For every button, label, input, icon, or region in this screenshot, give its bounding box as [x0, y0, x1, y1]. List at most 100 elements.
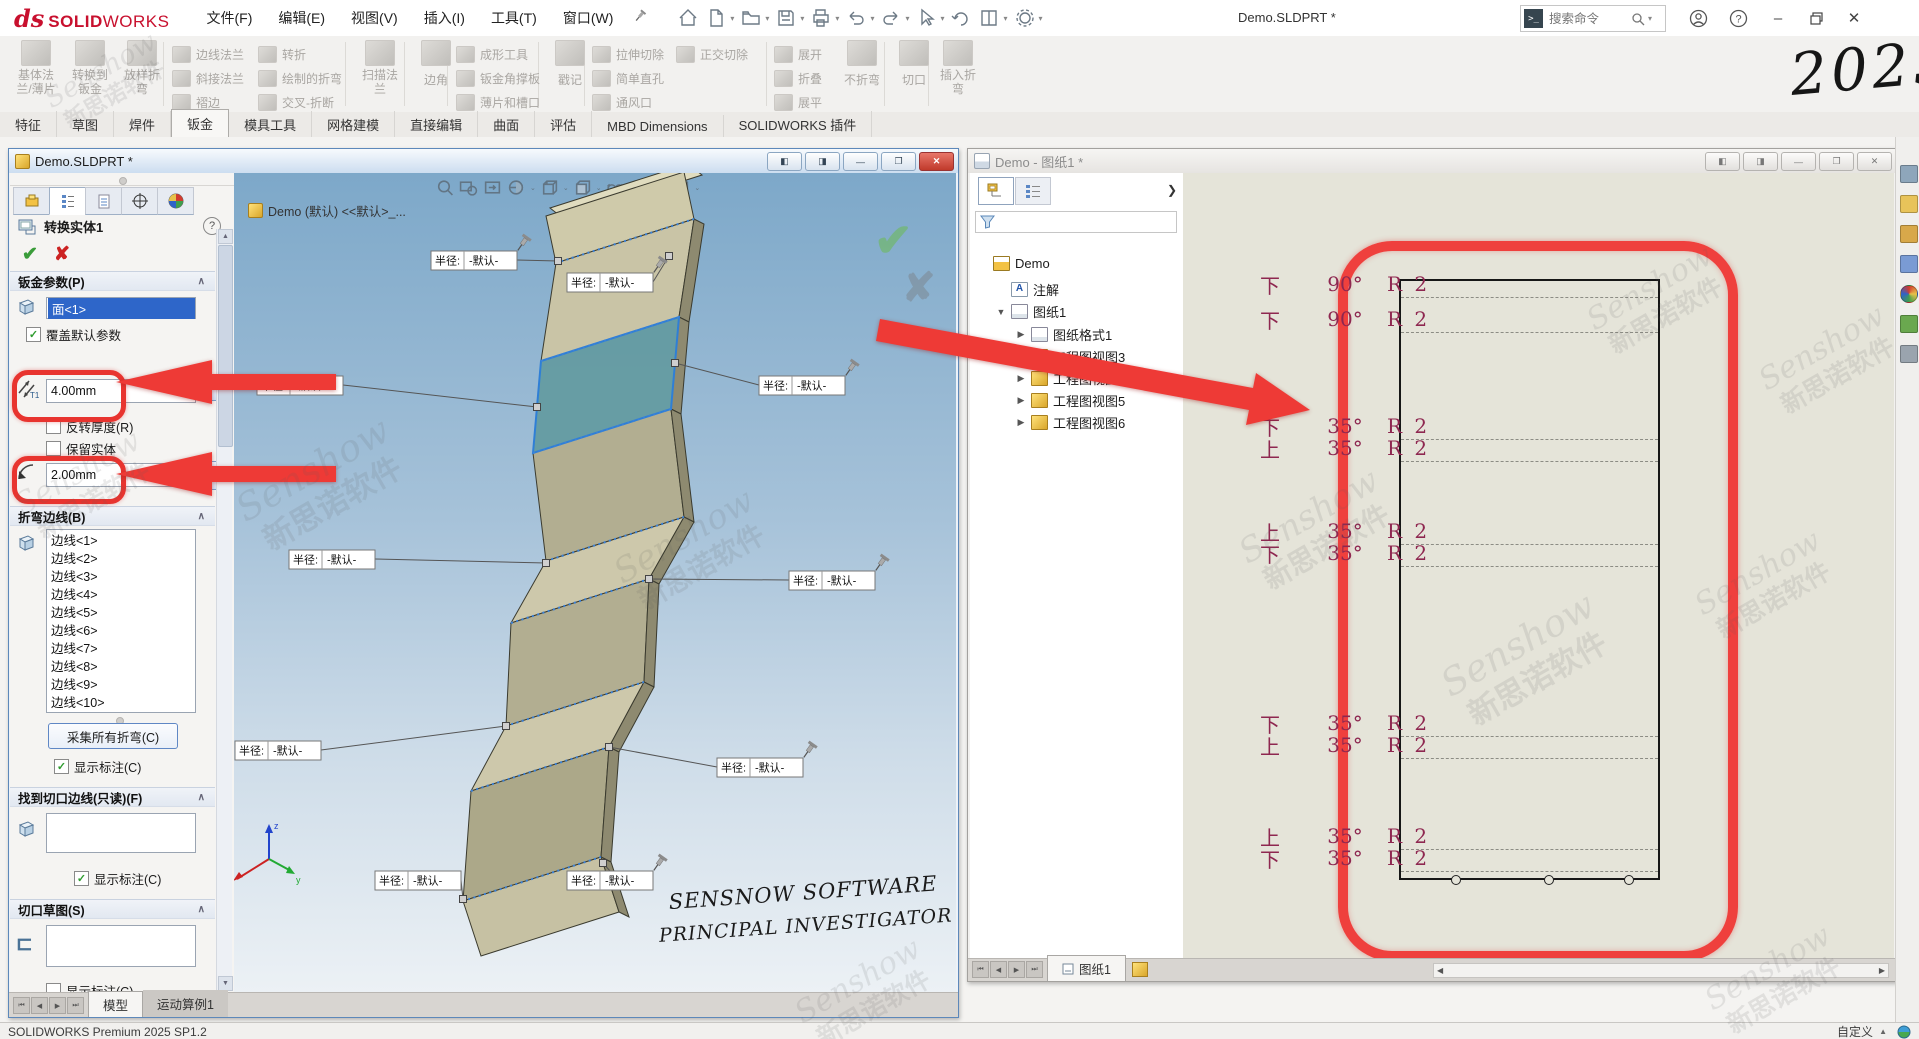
pm-tab-appearances[interactable]: [157, 187, 194, 215]
window-restore-button[interactable]: ❐: [1819, 152, 1854, 171]
rip-edges-list[interactable]: [46, 813, 196, 853]
menu-4[interactable]: 工具(T): [478, 0, 550, 36]
edge-item-3[interactable]: 边线<3>: [51, 568, 195, 586]
new-document-icon[interactable]: [704, 6, 728, 30]
ribbon-cut-2[interactable]: 通风口: [592, 92, 652, 112]
edge-item-6[interactable]: 边线<6>: [51, 622, 195, 640]
nav-3-icon[interactable]: ⏭: [1026, 961, 1043, 978]
collapse-icon[interactable]: ∧: [198, 276, 205, 287]
show-callouts-2[interactable]: ✓显示标注(C): [74, 869, 161, 888]
override-default-params[interactable]: ✓覆盖默认参数: [26, 325, 121, 344]
show-callouts-1-checkbox[interactable]: ✓: [54, 759, 69, 774]
nav-0-icon[interactable]: ⏮: [13, 997, 30, 1014]
tile-right-button[interactable]: ◨: [805, 152, 840, 171]
ribbon-swept-flange[interactable]: 扫描法兰: [352, 40, 408, 96]
tree-tab-properties[interactable]: [1015, 177, 1051, 205]
tree-item-工程图视图5[interactable]: ▶工程图视图5: [1016, 391, 1125, 410]
custom-props-icon[interactable]: [1900, 315, 1918, 333]
design-library-icon[interactable]: [1900, 195, 1918, 213]
pm-tab-property-manager[interactable]: [49, 187, 86, 215]
tree-item-图纸格式1[interactable]: ▶图纸格式1: [1016, 325, 1112, 344]
window-restore-button[interactable]: ❐: [881, 152, 916, 171]
undo-dropdown-icon[interactable]: ▾: [870, 14, 874, 23]
collapse-icon[interactable]: ∧: [198, 904, 205, 915]
horizontal-scrollbar[interactable]: ◀▶: [1433, 963, 1889, 978]
face-selection-field[interactable]: 面<1>: [46, 297, 196, 319]
help-icon[interactable]: ?: [1726, 6, 1750, 30]
ribbon-no-bends[interactable]: 不折弯: [834, 40, 890, 87]
window-minimize-button[interactable]: —: [1781, 152, 1816, 171]
keep-body-checkbox[interactable]: [46, 441, 61, 456]
radius-spin-down[interactable]: ∨: [198, 475, 218, 490]
splitter-handle[interactable]: [119, 177, 127, 185]
file-explorer-icon[interactable]: [1900, 225, 1918, 243]
tile-left-button[interactable]: ◧: [767, 152, 802, 171]
ribbon-flange-0[interactable]: 边线法兰: [172, 44, 244, 64]
ribbon-unfold-1[interactable]: 折叠: [774, 68, 822, 88]
resources-home-icon[interactable]: [1900, 165, 1918, 183]
ribbon-large-1[interactable]: 转换到钣金: [62, 40, 118, 96]
print-icon[interactable]: [809, 6, 833, 30]
redo-dropdown-icon[interactable]: ▾: [905, 14, 909, 23]
settings-gear-icon[interactable]: [1013, 6, 1037, 30]
radius-spin-up[interactable]: ∧: [198, 461, 218, 476]
tab-直接编辑[interactable]: 直接编辑: [395, 111, 478, 137]
tree-item-工程图视图3[interactable]: ▶工程图视图3: [1016, 347, 1125, 366]
tile-left-button[interactable]: ◧: [1705, 152, 1740, 171]
ribbon-flange-1[interactable]: 斜接法兰: [172, 68, 244, 88]
tab-网格建模[interactable]: 网格建模: [312, 111, 395, 137]
callout-handle[interactable]: [646, 576, 653, 583]
nav-3-icon[interactable]: ⏭: [67, 997, 84, 1014]
bend-edges-list[interactable]: 边线<1>边线<2>边线<3>边线<4>边线<5>边线<6>边线<7>边线<8>…: [46, 529, 196, 713]
status-globe-icon[interactable]: [1897, 1025, 1911, 1039]
edge-item-4[interactable]: 边线<4>: [51, 586, 195, 604]
scroll-left-icon[interactable]: ◀: [1434, 966, 1443, 975]
scroll-down-icon[interactable]: ▼: [218, 976, 233, 991]
expander-icon[interactable]: ▶: [1016, 351, 1026, 362]
show-callouts-1[interactable]: ✓显示标注(C): [54, 757, 141, 776]
callout-handle[interactable]: [534, 404, 541, 411]
scroll-up-icon[interactable]: ▲: [218, 229, 233, 244]
redo-icon[interactable]: [879, 6, 903, 30]
pm-tab-features[interactable]: [13, 187, 50, 215]
select-arrow-dropdown-icon[interactable]: ▾: [940, 14, 944, 23]
plug-icon[interactable]: [1900, 345, 1918, 363]
ribbon-unfold-0[interactable]: 展开: [774, 44, 822, 64]
settings-gear-dropdown-icon[interactable]: ▾: [1039, 14, 1043, 23]
collapse-icon[interactable]: ∧: [198, 511, 205, 522]
window-close-button[interactable]: ✕: [1857, 152, 1892, 171]
radius-callout-5[interactable]: 半径:-默认-: [289, 550, 550, 569]
pushpin-icon[interactable]: [650, 854, 668, 874]
callout-handle[interactable]: [606, 744, 613, 751]
tree-item-工程图视图4[interactable]: ▶工程图视图4: [1016, 369, 1125, 388]
search-input[interactable]: [1547, 11, 1631, 27]
pushpin-icon[interactable]: [514, 234, 532, 254]
tab-曲面[interactable]: 曲面: [478, 111, 535, 137]
nav-1-icon[interactable]: ◀: [31, 997, 48, 1014]
view-palette-icon[interactable]: [1900, 255, 1918, 273]
ribbon-forming-2[interactable]: 薄片和槽口: [456, 92, 540, 112]
expander-icon[interactable]: ▶: [1016, 329, 1026, 340]
rip-sketch-list[interactable]: [46, 925, 196, 967]
ribbon-ortho-cut-0[interactable]: 正交切除: [676, 44, 748, 64]
close-button[interactable]: ✕: [1842, 6, 1866, 30]
edge-item-10[interactable]: 边线<10>: [51, 694, 195, 712]
edge-item-1[interactable]: 边线<1>: [51, 532, 195, 550]
nav-0-icon[interactable]: ⏮: [972, 961, 989, 978]
select-arrow-icon[interactable]: [914, 6, 938, 30]
tab-SOLIDWORKS 插件[interactable]: SOLIDWORKS 插件: [724, 111, 873, 137]
tab-特征[interactable]: 特征: [0, 111, 57, 137]
nav-1-icon[interactable]: ◀: [990, 961, 1007, 978]
pm-splitter[interactable]: [10, 173, 234, 186]
ribbon-unfold-2[interactable]: 展平: [774, 92, 822, 112]
radius-callout-9[interactable]: 半径:-默认-: [375, 871, 467, 903]
collect-all-bends-button[interactable]: 采集所有折弯(C): [48, 723, 178, 749]
tab-MBD Dimensions[interactable]: MBD Dimensions: [592, 115, 723, 137]
tab-钣金[interactable]: 钣金: [171, 109, 229, 137]
menu-3[interactable]: 插入(I): [411, 0, 478, 36]
ribbon-forming-0[interactable]: 成形工具: [456, 44, 528, 64]
edge-item-9[interactable]: 边线<9>: [51, 676, 195, 694]
callout-handle[interactable]: [543, 560, 550, 567]
tree-item-工程图视图6[interactable]: ▶工程图视图6: [1016, 413, 1125, 432]
home-icon[interactable]: [676, 6, 700, 30]
